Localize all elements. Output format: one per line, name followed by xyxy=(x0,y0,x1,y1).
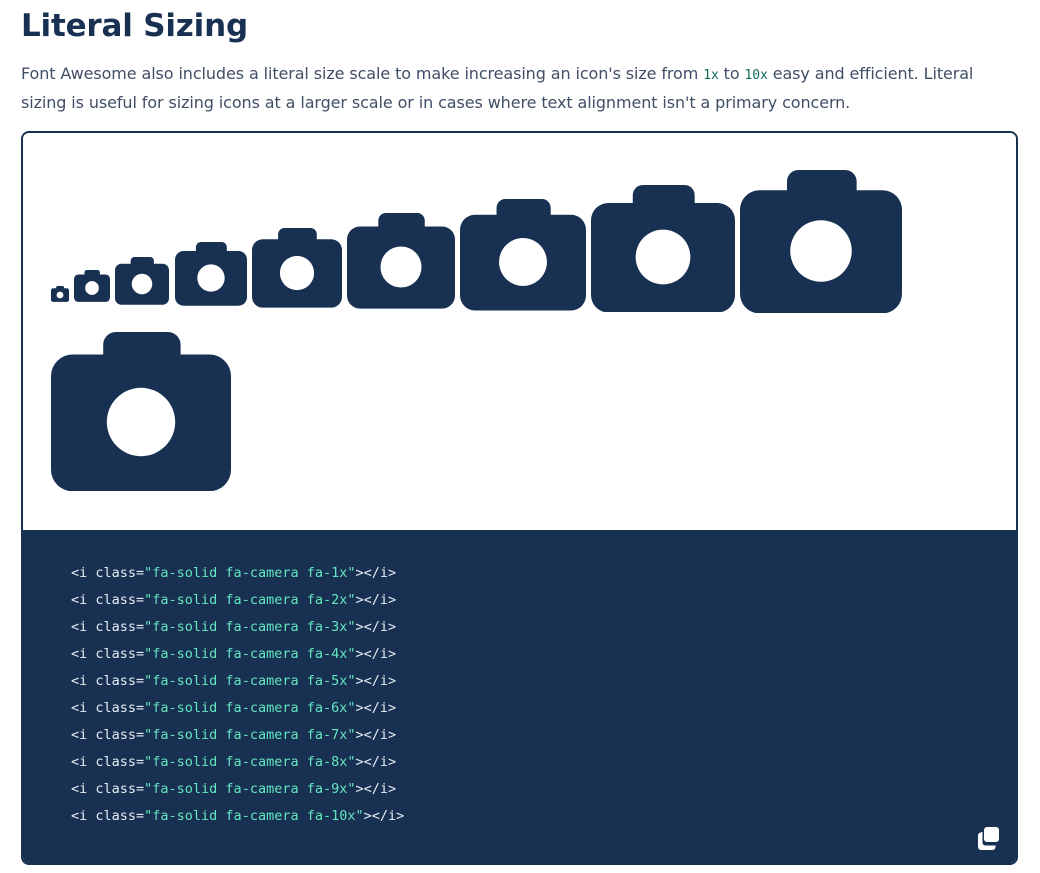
copy-code-button[interactable] xyxy=(976,825,1002,851)
code-class-value: "fa-solid fa-camera fa-4x" xyxy=(144,646,356,662)
code-lines: <i class="fa-solid fa-camera fa-1x"></i>… xyxy=(71,560,404,830)
inline-code-1x: 1x xyxy=(703,68,719,83)
code-line: <i class="fa-solid fa-camera fa-5x"></i> xyxy=(71,668,404,695)
code-tag-close: ></i> xyxy=(355,727,397,743)
code-tag-close: ></i> xyxy=(355,619,397,635)
code-line: <i class="fa-solid fa-camera fa-9x"></i> xyxy=(71,776,404,803)
code-tag-open: <i class= xyxy=(71,565,145,581)
code-tag-open: <i class= xyxy=(71,727,145,743)
code-line: <i class="fa-solid fa-camera fa-7x"></i> xyxy=(71,722,404,749)
code-tag-open: <i class= xyxy=(71,619,145,635)
code-tag-close: ></i> xyxy=(355,754,397,770)
icon-preview xyxy=(23,133,1016,530)
code-tag-close: ></i> xyxy=(363,808,405,824)
camera-icon xyxy=(252,228,342,308)
camera-icon xyxy=(347,213,455,309)
camera-icon xyxy=(175,242,247,306)
camera-icon xyxy=(74,270,110,302)
code-block: <i class="fa-solid fa-camera fa-1x"></i>… xyxy=(23,530,1016,863)
code-tag-open: <i class= xyxy=(71,700,145,716)
code-tag-close: ></i> xyxy=(355,700,397,716)
code-class-value: "fa-solid fa-camera fa-8x" xyxy=(144,754,356,770)
code-tag-close: ></i> xyxy=(355,781,397,797)
code-tag-close: ></i> xyxy=(355,673,397,689)
code-line: <i class="fa-solid fa-camera fa-6x"></i> xyxy=(71,695,404,722)
code-class-value: "fa-solid fa-camera fa-5x" xyxy=(144,673,356,689)
code-tag-close: ></i> xyxy=(355,646,397,662)
inline-code-10x: 10x xyxy=(744,68,768,83)
code-tag-open: <i class= xyxy=(71,781,145,797)
camera-icon xyxy=(460,199,586,311)
section-description: Font Awesome also includes a literal siz… xyxy=(21,60,1021,116)
camera-icon xyxy=(51,331,231,491)
description-text-start: Font Awesome also includes a literal siz… xyxy=(21,64,704,83)
camera-icon xyxy=(591,184,735,312)
code-line: <i class="fa-solid fa-camera fa-10x"></i… xyxy=(71,803,404,830)
code-class-value: "fa-solid fa-camera fa-6x" xyxy=(144,700,356,716)
example-card: <i class="fa-solid fa-camera fa-1x"></i>… xyxy=(21,131,1018,865)
code-tag-open: <i class= xyxy=(71,673,145,689)
code-tag-open: <i class= xyxy=(71,754,145,770)
code-line: <i class="fa-solid fa-camera fa-8x"></i> xyxy=(71,749,404,776)
camera-icon xyxy=(51,286,69,302)
code-class-value: "fa-solid fa-camera fa-7x" xyxy=(144,727,356,743)
section-title: Literal Sizing xyxy=(21,8,248,44)
description-text-middle: to xyxy=(718,64,745,83)
code-class-value: "fa-solid fa-camera fa-10x" xyxy=(144,808,364,824)
code-class-value: "fa-solid fa-camera fa-3x" xyxy=(144,619,356,635)
code-line: <i class="fa-solid fa-camera fa-2x"></i> xyxy=(71,587,404,614)
code-tag-close: ></i> xyxy=(355,565,397,581)
camera-icon xyxy=(740,169,902,313)
code-class-value: "fa-solid fa-camera fa-1x" xyxy=(144,565,356,581)
code-class-value: "fa-solid fa-camera fa-9x" xyxy=(144,781,356,797)
code-tag-open: <i class= xyxy=(71,592,145,608)
code-tag-close: ></i> xyxy=(355,592,397,608)
code-line: <i class="fa-solid fa-camera fa-3x"></i> xyxy=(71,614,404,641)
code-class-value: "fa-solid fa-camera fa-2x" xyxy=(144,592,356,608)
copy-icon xyxy=(978,827,999,850)
code-tag-open: <i class= xyxy=(71,646,145,662)
camera-icon xyxy=(115,257,169,305)
code-line: <i class="fa-solid fa-camera fa-4x"></i> xyxy=(71,641,404,668)
code-line: <i class="fa-solid fa-camera fa-1x"></i> xyxy=(71,560,404,587)
code-tag-open: <i class= xyxy=(71,808,145,824)
